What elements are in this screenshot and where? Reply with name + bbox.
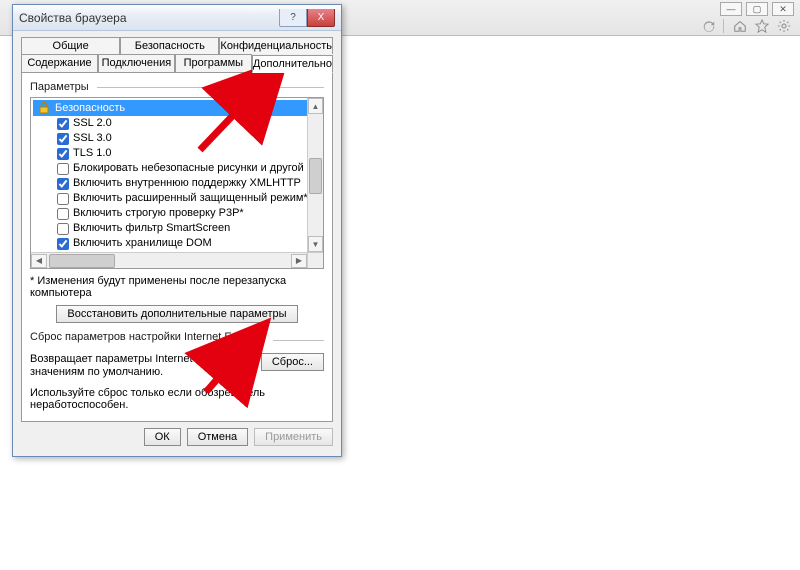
tab-row-1: Общие Безопасность Конфиденциальность [21,37,333,54]
lock-icon [37,101,51,115]
window-buttons: — ▢ ✕ [720,2,794,16]
reset-section: Сброс параметров настройки Internet Expl… [30,331,324,411]
tree-item-label: Блокировать небезопасные рисунки и друго… [73,161,324,176]
tree-category-security[interactable]: Безопасность [33,100,323,116]
dialog-titlebar[interactable]: Свойства браузера ? X [13,5,341,31]
home-icon[interactable] [732,18,748,34]
dialog-body: Общие Безопасность Конфиденциальность Со… [13,31,341,456]
tree-item[interactable]: Включить строгую проверку P3P* [33,206,323,221]
reset-button[interactable]: Сброс... [261,353,324,371]
restart-footnote: * Изменения будут применены после переза… [30,275,324,299]
tree-item-label: Включить внутреннюю поддержку XMLHTTP [73,176,301,191]
checkbox[interactable] [57,208,69,220]
checkbox[interactable] [57,148,69,160]
hscroll-thumb[interactable] [49,254,115,268]
tree-item[interactable]: TLS 1.0 [33,146,323,161]
tab-advanced[interactable]: Дополнительно [252,55,333,73]
checkbox[interactable] [57,238,69,250]
checkbox[interactable] [57,223,69,235]
tree-item-label: Включить расширенный защищенный режим* [73,191,308,206]
tree-vertical-scrollbar[interactable]: ▲ ▼ [307,98,323,252]
internet-options-dialog: Свойства браузера ? X Общие Безопасность… [12,4,342,457]
tab-programs[interactable]: Программы [175,54,252,72]
scroll-right-button[interactable]: ▶ [291,254,307,268]
dialog-help-button[interactable]: ? [279,9,307,27]
tree-item-label: Включить хранилище DOM [73,236,212,251]
scroll-up-button[interactable]: ▲ [308,98,323,114]
group-parameters-label: Параметры [30,81,91,93]
refresh-icon[interactable] [702,20,716,34]
tab-connections[interactable]: Подключения [98,54,175,72]
reset-group: Сброс параметров настройки Internet Expl… [30,331,324,349]
toolbar-separator [723,19,724,33]
apply-button[interactable]: Применить [254,428,333,446]
tree-item[interactable]: Включить хранилище DOM [33,236,323,251]
checkbox[interactable] [57,133,69,145]
cancel-button[interactable]: Отмена [187,428,248,446]
settings-tree[interactable]: Безопасность SSL 2.0 SSL 3.0 TLS 1.0 Бло… [30,97,324,269]
minimize-button[interactable]: — [720,2,742,16]
tree-item-label: TLS 1.0 [73,146,112,161]
star-icon[interactable] [754,18,770,34]
tree-item[interactable]: SSL 2.0 [33,116,323,131]
tab-row-2: Содержание Подключения Программы Дополни… [21,54,333,72]
tree-item[interactable]: SSL 3.0 [33,131,323,146]
tree-horizontal-scrollbar[interactable]: ◀ ▶ [31,252,307,268]
reset-title: Сброс параметров настройки Internet Expl… [30,331,267,343]
restore-row: Восстановить дополнительные параметры [30,305,324,323]
gear-icon[interactable] [776,18,792,34]
scroll-left-button[interactable]: ◀ [31,254,47,268]
tree-item[interactable]: Включить расширенный защищенный режим* [33,191,323,206]
scroll-thumb[interactable] [309,158,322,194]
tree-item[interactable]: Включить фильтр SmartScreen [33,221,323,236]
close-window-button[interactable]: ✕ [772,2,794,16]
tab-content[interactable]: Содержание [21,54,98,72]
dialog-buttons: ОК Отмена Применить [21,422,333,448]
maximize-button[interactable]: ▢ [746,2,768,16]
hscroll-track[interactable] [47,254,291,268]
checkbox[interactable] [57,193,69,205]
ok-button[interactable]: ОК [144,428,181,446]
tree-item[interactable]: Включить внутреннюю поддержку XMLHTTP [33,176,323,191]
tabs: Общие Безопасность Конфиденциальность Со… [21,37,333,422]
checkbox[interactable] [57,178,69,190]
reset-hint: Используйте сброс только если обозревате… [30,387,324,411]
tree-item-label: Включить строгую проверку P3P* [73,206,244,221]
tree-item[interactable]: Блокировать небезопасные рисунки и друго… [33,161,323,176]
group-parameters: Параметры [30,81,324,93]
tree-category-label: Безопасность [55,102,125,114]
scroll-corner [307,252,323,268]
tab-security[interactable]: Безопасность [120,37,219,54]
dialog-close-button[interactable]: X [307,9,335,27]
tree-item-label: Включить фильтр SmartScreen [73,221,230,236]
tab-privacy[interactable]: Конфиденциальность [219,37,333,54]
checkbox[interactable] [57,163,69,175]
scroll-down-button[interactable]: ▼ [308,236,323,252]
tree-item-label: SSL 2.0 [73,116,112,131]
tab-panel-advanced: Параметры Безопасность SSL 2.0 SSL 3.0 T… [21,72,333,422]
restore-advanced-button[interactable]: Восстановить дополнительные параметры [56,305,297,323]
tree-content: Безопасность SSL 2.0 SSL 3.0 TLS 1.0 Бло… [31,98,323,269]
tab-general[interactable]: Общие [21,37,120,54]
toolbar-icons [721,18,792,34]
tree-item-label: SSL 3.0 [73,131,112,146]
reset-description: Возвращает параметры Internet Explorer к… [30,353,253,379]
dialog-title: Свойства браузера [19,11,127,25]
checkbox[interactable] [57,118,69,130]
